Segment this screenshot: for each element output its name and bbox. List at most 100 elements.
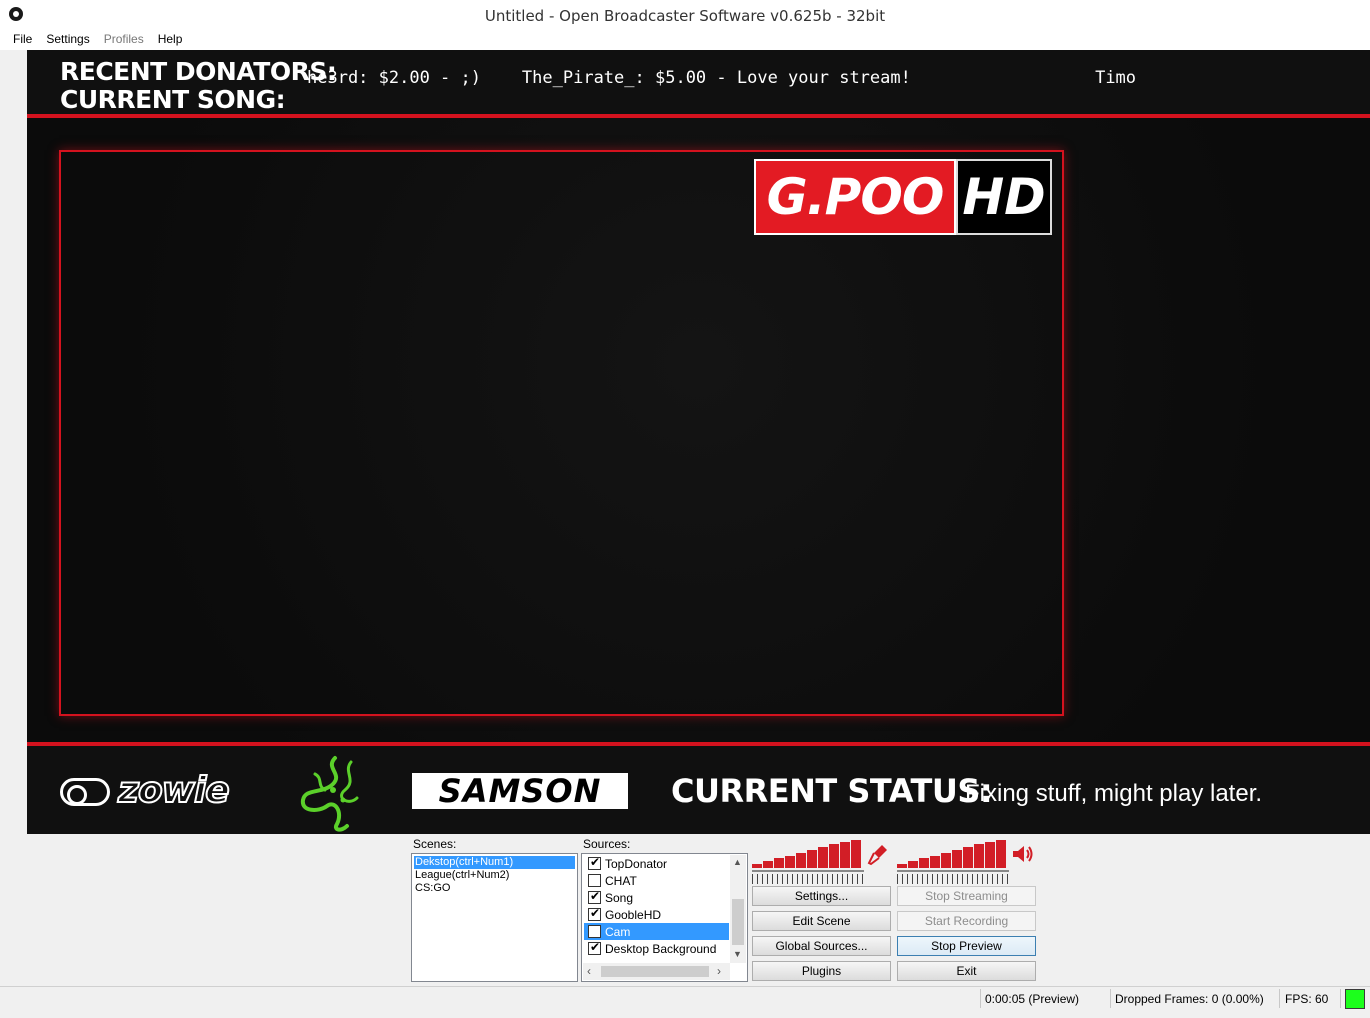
start-recording-button[interactable]: Start Recording <box>897 911 1036 931</box>
microphone-volume-slider[interactable] <box>752 874 864 884</box>
desktop-volume-slider[interactable] <box>897 874 1009 884</box>
meter-bar <box>763 861 773 868</box>
settings-button[interactable]: Settings... <box>752 886 891 906</box>
sources-horizontal-scrollbar[interactable]: ‹ › <box>583 963 730 980</box>
meter-bar <box>785 856 795 868</box>
current-status-label: CURRENT STATUS: <box>671 772 993 810</box>
scene-item[interactable]: Dekstop(ctrl+Num1) <box>414 856 575 869</box>
status-separator <box>1279 989 1280 1008</box>
connection-status-indicator <box>1345 989 1365 1009</box>
edit-scene-button[interactable]: Edit Scene <box>752 911 891 931</box>
meter-baseline <box>752 870 864 872</box>
current-song-label: CURRENT SONG: <box>60 85 286 114</box>
meter-bar <box>752 864 762 868</box>
status-separator <box>980 989 981 1008</box>
channel-logo-hd: HD <box>956 159 1052 235</box>
source-name: TopDonator <box>605 856 668 871</box>
source-item[interactable]: Song <box>584 889 729 906</box>
source-checkbox[interactable] <box>588 889 601 904</box>
menu-bar: File Settings Profiles Help <box>0 30 1370 50</box>
source-item[interactable]: TopDonator <box>584 855 729 872</box>
window-title: Untitled - Open Broadcaster Software v0.… <box>484 7 886 25</box>
meter-bar <box>963 847 973 868</box>
meter-bar <box>840 842 850 868</box>
channel-logo: G.POO HD <box>754 159 1054 235</box>
scroll-thumb[interactable] <box>732 899 744 945</box>
meter-bar <box>985 842 995 868</box>
meter-bar <box>851 840 861 868</box>
fps-counter: FPS: 60 <box>1285 992 1329 1006</box>
source-checkbox[interactable] <box>588 940 601 955</box>
source-name: Song <box>605 890 634 905</box>
scene-item[interactable]: League(ctrl+Num2) <box>412 869 577 882</box>
source-item[interactable]: GoobleHD <box>584 906 729 923</box>
meter-baseline <box>897 870 1009 872</box>
meter-bar <box>897 864 907 868</box>
source-checkbox[interactable] <box>588 874 601 887</box>
stop-streaming-button[interactable]: Stop Streaming <box>897 886 1036 906</box>
bottom-overlay-banner: zowie SAMSON CURRENT STATUS: Fixing stuf… <box>27 742 1370 834</box>
stream-preview[interactable]: RECENT DONATORS: CURRENT SONG: he3rd: $2… <box>27 50 1370 834</box>
meter-bar <box>818 847 828 868</box>
meter-bar <box>796 853 806 868</box>
source-name: Desktop Background <box>605 941 717 956</box>
meter-bar <box>941 853 951 868</box>
scenes-list[interactable]: Dekstop(ctrl+Num1) League(ctrl+Num2) CS:… <box>411 853 578 982</box>
scene-item[interactable]: CS:GO <box>412 882 577 895</box>
meter-bar <box>974 844 984 868</box>
samson-logo: SAMSON <box>412 772 628 810</box>
source-item[interactable]: Desktop Background <box>584 940 729 957</box>
source-item[interactable]: CHAT <box>584 872 729 889</box>
meter-bar <box>952 850 962 868</box>
meter-bar <box>774 858 784 868</box>
scroll-thumb[interactable] <box>601 966 709 977</box>
source-name: CHAT <box>605 873 637 888</box>
microphone-volume-meter[interactable] <box>752 840 864 872</box>
menu-settings[interactable]: Settings <box>39 30 96 50</box>
exit-button[interactable]: Exit <box>897 961 1036 981</box>
top-overlay-banner: RECENT DONATORS: CURRENT SONG: he3rd: $2… <box>27 50 1370 118</box>
zowie-pill-icon <box>60 778 110 806</box>
meter-bar <box>807 850 817 868</box>
menu-help[interactable]: Help <box>151 30 190 50</box>
source-checkbox[interactable] <box>588 855 601 870</box>
global-sources-button[interactable]: Global Sources... <box>752 936 891 956</box>
source-name: GoobleHD <box>605 907 662 922</box>
scroll-left-arrow-icon[interactable]: ‹ <box>587 964 591 978</box>
meter-bar <box>908 861 918 868</box>
status-separator <box>1110 989 1111 1008</box>
scenes-label: Scenes: <box>413 837 457 851</box>
desktop-volume-meter[interactable] <box>897 840 1009 872</box>
zowie-logo-text: zowie <box>117 769 231 812</box>
sources-label: Sources: <box>583 837 631 851</box>
scroll-up-arrow-icon[interactable]: ▲ <box>733 857 742 867</box>
source-name: Cam <box>605 924 631 939</box>
donator-ticker: he3rd: $2.00 - ;) The_Pirate_: $5.00 - L… <box>307 68 1137 88</box>
recent-donators-label: RECENT DONATORS: <box>60 57 337 86</box>
meter-bar <box>930 856 940 868</box>
meter-bar <box>829 844 839 868</box>
stream-time: 0:00:05 (Preview) <box>985 992 1080 1006</box>
meter-bar <box>919 858 929 868</box>
sources-vertical-scrollbar[interactable]: ▲ ▼ <box>730 855 746 963</box>
menu-profiles[interactable]: Profiles <box>97 30 151 50</box>
source-item[interactable]: Cam <box>584 923 729 940</box>
scroll-right-arrow-icon[interactable]: › <box>717 964 721 978</box>
zowie-logo: zowie <box>60 769 244 812</box>
meter-bar <box>996 840 1006 868</box>
dropped-frames: Dropped Frames: 0 (0.00%) <box>1115 992 1264 1006</box>
plugins-button[interactable]: Plugins <box>752 961 891 981</box>
current-status-value: Fixing stuff, might play later. <box>965 780 1263 807</box>
speaker-icon[interactable] <box>1011 842 1035 866</box>
source-checkbox[interactable] <box>588 906 601 921</box>
stop-preview-button[interactable]: Stop Preview <box>897 936 1036 956</box>
menu-file[interactable]: File <box>6 30 39 50</box>
scroll-down-arrow-icon[interactable]: ▼ <box>733 949 742 959</box>
razer-logo-icon <box>300 756 359 832</box>
status-separator <box>1340 989 1341 1008</box>
source-checkbox[interactable] <box>588 925 601 938</box>
title-bar: Untitled - Open Broadcaster Software v0.… <box>0 0 1370 30</box>
microphone-icon[interactable] <box>866 842 890 866</box>
sources-list[interactable]: TopDonator CHAT Song GoobleHD Cam Deskto… <box>581 853 748 982</box>
status-bar: 0:00:05 (Preview) Dropped Frames: 0 (0.0… <box>0 986 1370 1010</box>
